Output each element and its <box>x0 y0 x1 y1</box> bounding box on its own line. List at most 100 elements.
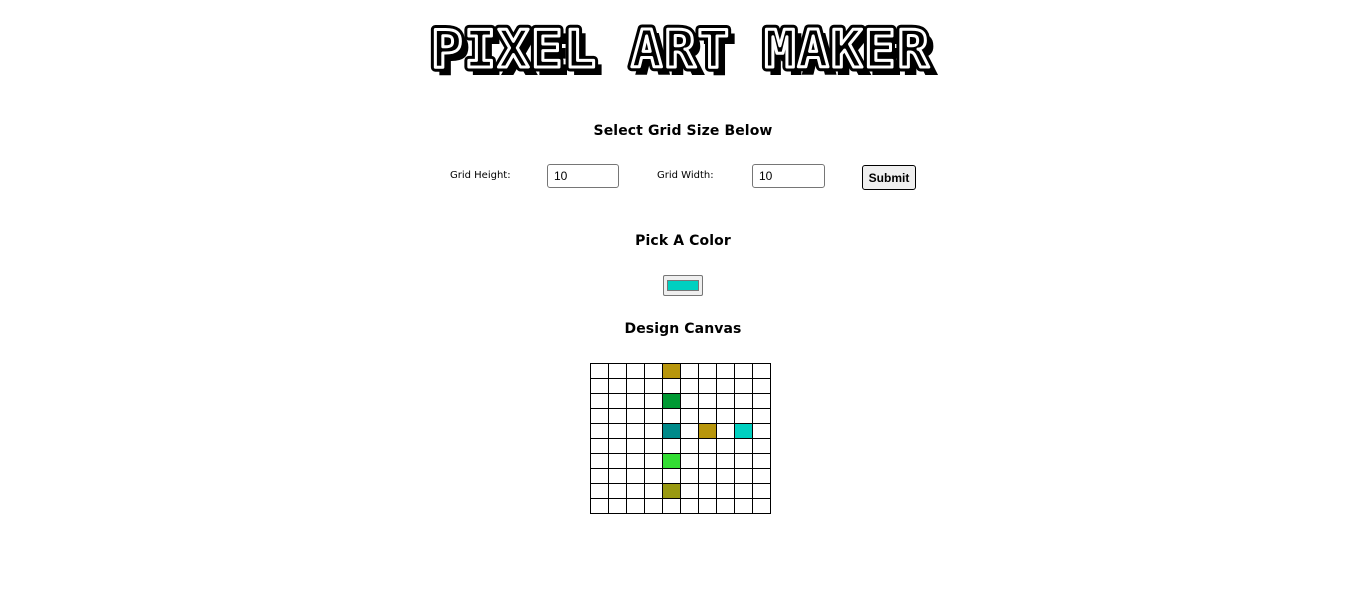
canvas-cell[interactable] <box>734 498 753 514</box>
canvas-cell[interactable] <box>644 468 663 484</box>
canvas-cell[interactable] <box>752 483 771 499</box>
canvas-cell[interactable] <box>590 423 609 439</box>
canvas-cell[interactable] <box>662 468 681 484</box>
canvas-cell[interactable] <box>680 438 699 454</box>
canvas-cell[interactable] <box>644 363 663 379</box>
canvas-cell[interactable] <box>590 498 609 514</box>
canvas-cell[interactable] <box>752 438 771 454</box>
canvas-cell[interactable] <box>644 438 663 454</box>
canvas-cell[interactable] <box>626 438 645 454</box>
canvas-cell[interactable] <box>590 393 609 409</box>
canvas-cell[interactable] <box>680 423 699 439</box>
canvas-cell[interactable] <box>662 408 681 424</box>
color-picker[interactable] <box>663 275 703 296</box>
canvas-cell[interactable] <box>716 498 735 514</box>
canvas-cell[interactable] <box>698 483 717 499</box>
canvas-cell[interactable] <box>716 363 735 379</box>
canvas-cell[interactable] <box>626 393 645 409</box>
canvas-cell[interactable] <box>734 393 753 409</box>
canvas-cell[interactable] <box>626 498 645 514</box>
canvas-cell[interactable] <box>590 438 609 454</box>
canvas-cell[interactable] <box>752 393 771 409</box>
canvas-cell[interactable] <box>608 468 627 484</box>
submit-button[interactable]: Submit <box>862 165 916 190</box>
canvas-cell[interactable] <box>698 363 717 379</box>
canvas-cell[interactable] <box>590 483 609 499</box>
canvas-cell[interactable] <box>608 408 627 424</box>
canvas-cell[interactable] <box>626 378 645 394</box>
canvas-cell[interactable] <box>716 468 735 484</box>
canvas-cell[interactable] <box>590 408 609 424</box>
canvas-cell[interactable] <box>644 423 663 439</box>
canvas-cell[interactable] <box>752 468 771 484</box>
canvas-cell[interactable] <box>680 393 699 409</box>
canvas-cell[interactable] <box>608 483 627 499</box>
canvas-cell[interactable] <box>626 408 645 424</box>
canvas-cell[interactable] <box>734 483 753 499</box>
canvas-cell[interactable] <box>662 378 681 394</box>
canvas-cell[interactable] <box>734 423 753 439</box>
canvas-cell[interactable] <box>662 498 681 514</box>
canvas-cell[interactable] <box>644 483 663 499</box>
canvas-cell[interactable] <box>590 378 609 394</box>
canvas-cell[interactable] <box>626 483 645 499</box>
canvas-cell[interactable] <box>716 438 735 454</box>
canvas-cell[interactable] <box>716 378 735 394</box>
canvas-cell[interactable] <box>644 453 663 469</box>
canvas-cell[interactable] <box>698 378 717 394</box>
canvas-cell[interactable] <box>698 498 717 514</box>
canvas-cell[interactable] <box>752 498 771 514</box>
canvas-cell[interactable] <box>662 483 681 499</box>
canvas-cell[interactable] <box>680 498 699 514</box>
canvas-cell[interactable] <box>716 408 735 424</box>
canvas-cell[interactable] <box>626 453 645 469</box>
canvas-cell[interactable] <box>680 483 699 499</box>
canvas-cell[interactable] <box>644 498 663 514</box>
canvas-cell[interactable] <box>680 363 699 379</box>
canvas-cell[interactable] <box>698 453 717 469</box>
canvas-cell[interactable] <box>644 393 663 409</box>
canvas-cell[interactable] <box>626 363 645 379</box>
canvas-cell[interactable] <box>662 363 681 379</box>
canvas-cell[interactable] <box>716 483 735 499</box>
canvas-cell[interactable] <box>680 453 699 469</box>
canvas-cell[interactable] <box>644 408 663 424</box>
grid-width-input[interactable] <box>752 164 825 188</box>
canvas-cell[interactable] <box>734 363 753 379</box>
canvas-cell[interactable] <box>734 408 753 424</box>
canvas-cell[interactable] <box>608 453 627 469</box>
canvas-cell[interactable] <box>716 423 735 439</box>
canvas-cell[interactable] <box>716 453 735 469</box>
canvas-cell[interactable] <box>608 423 627 439</box>
canvas-cell[interactable] <box>698 393 717 409</box>
canvas-cell[interactable] <box>698 423 717 439</box>
canvas-cell[interactable] <box>752 453 771 469</box>
canvas-cell[interactable] <box>662 423 681 439</box>
canvas-cell[interactable] <box>734 378 753 394</box>
canvas-cell[interactable] <box>662 438 681 454</box>
canvas-cell[interactable] <box>680 378 699 394</box>
canvas-cell[interactable] <box>608 378 627 394</box>
canvas-cell[interactable] <box>734 453 753 469</box>
canvas-cell[interactable] <box>626 423 645 439</box>
canvas-cell[interactable] <box>590 468 609 484</box>
canvas-cell[interactable] <box>662 393 681 409</box>
canvas-cell[interactable] <box>752 363 771 379</box>
canvas-cell[interactable] <box>680 468 699 484</box>
canvas-cell[interactable] <box>626 468 645 484</box>
canvas-cell[interactable] <box>608 438 627 454</box>
canvas-cell[interactable] <box>752 408 771 424</box>
canvas-cell[interactable] <box>608 363 627 379</box>
canvas-cell[interactable] <box>590 363 609 379</box>
canvas-cell[interactable] <box>734 468 753 484</box>
canvas-cell[interactable] <box>752 423 771 439</box>
canvas-cell[interactable] <box>590 453 609 469</box>
canvas-cell[interactable] <box>680 408 699 424</box>
canvas-cell[interactable] <box>608 498 627 514</box>
canvas-cell[interactable] <box>662 453 681 469</box>
canvas-cell[interactable] <box>698 408 717 424</box>
grid-height-input[interactable] <box>547 164 619 188</box>
canvas-cell[interactable] <box>716 393 735 409</box>
canvas-cell[interactable] <box>698 438 717 454</box>
canvas-cell[interactable] <box>752 378 771 394</box>
